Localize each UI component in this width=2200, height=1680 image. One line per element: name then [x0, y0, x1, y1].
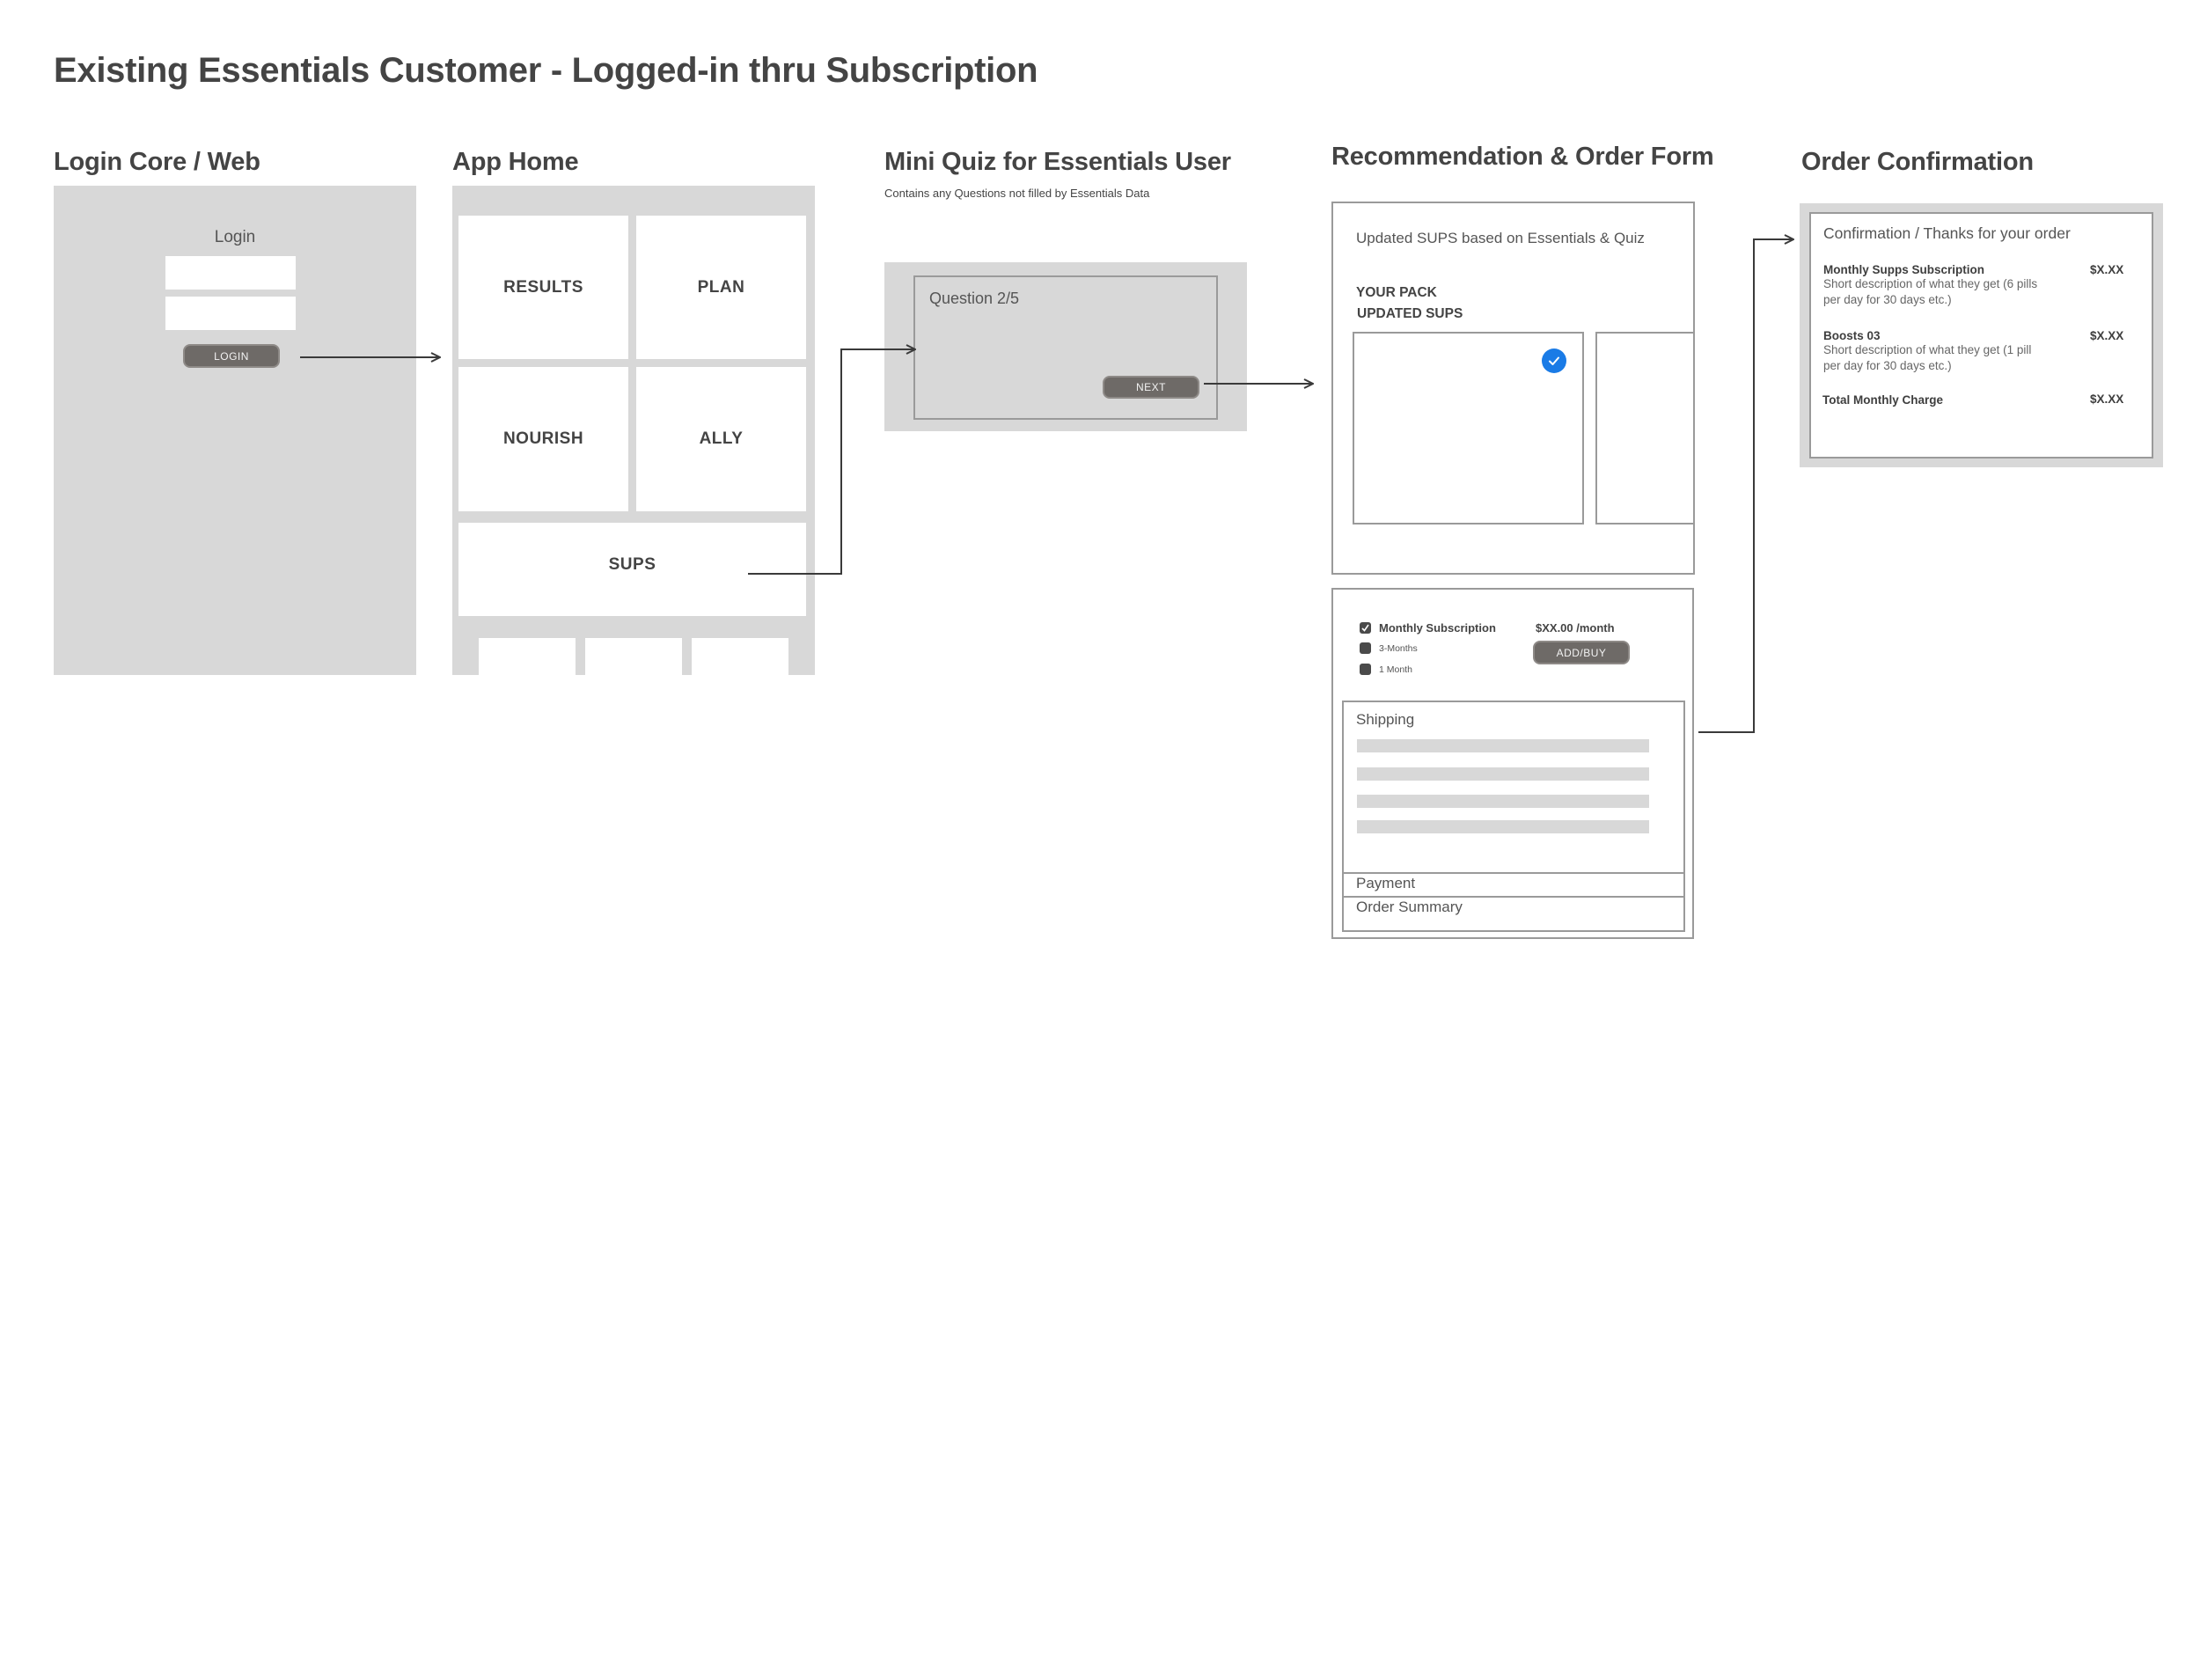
confirmation-heading: Confirmation / Thanks for your order — [1823, 224, 2071, 242]
login-screen-title: Login Core / Web — [54, 148, 260, 176]
subscription-price: $XX.00 /month — [1536, 621, 1615, 635]
payment-label: Payment — [1356, 875, 1416, 891]
pack-card-next[interactable] — [1595, 332, 1693, 525]
item-desc-line2: per day for 30 days etc.) — [1823, 293, 1952, 306]
item-price: $X.XX — [2090, 263, 2124, 276]
shipping-field-4[interactable] — [1357, 820, 1649, 833]
item-desc-line1: Short description of what they get (1 pi… — [1823, 343, 2032, 356]
bottom-nav-item-1[interactable] — [479, 638, 576, 675]
mini-quiz-title: Mini Quiz for Essentials User — [884, 148, 1231, 176]
your-pack-label: YOUR PACK — [1356, 285, 1437, 300]
option-label: 3-Months — [1379, 642, 1418, 654]
tile-plan[interactable]: PLAN — [636, 216, 806, 359]
check-circle-icon — [1542, 348, 1566, 373]
tile-ally[interactable]: ALLY — [636, 367, 806, 511]
updated-sups-label: UPDATED SUPS — [1357, 306, 1463, 321]
pack-card-selected[interactable] — [1353, 332, 1584, 525]
checkbox-unchecked-icon[interactable] — [1360, 664, 1371, 675]
option-1-month[interactable]: 1 Month — [1360, 664, 1412, 675]
recommendation-title: Recommendation & Order Form — [1331, 143, 1714, 171]
bottom-nav-item-3[interactable] — [692, 638, 788, 675]
password-input[interactable] — [165, 297, 296, 330]
app-home-title: App Home — [452, 148, 579, 176]
mini-quiz-screen: Question 2/5 NEXT — [884, 262, 1247, 431]
payment-section[interactable]: Payment — [1344, 872, 1683, 896]
recommendation-intro: Updated SUPS based on Essentials & Quiz — [1356, 230, 1645, 246]
next-button[interactable]: NEXT — [1103, 376, 1199, 399]
tile-results[interactable]: RESULTS — [458, 216, 628, 359]
item-price: $X.XX — [2090, 329, 2124, 342]
option-3-months[interactable]: 3-Months — [1360, 642, 1418, 654]
recommendation-card: Updated SUPS based on Essentials & Quiz … — [1331, 202, 1695, 575]
option-label: Monthly Subscription — [1379, 621, 1496, 635]
option-monthly-subscription[interactable]: Monthly Subscription — [1360, 621, 1496, 635]
confirmation-card: Confirmation / Thanks for your order Mon… — [1809, 212, 2153, 459]
shipping-section[interactable]: Shipping — [1344, 702, 1683, 872]
order-confirmation-title: Order Confirmation — [1801, 148, 2034, 176]
option-label: 1 Month — [1379, 664, 1412, 675]
order-form-card: Monthly Subscription 3-Months 1 Month $X… — [1331, 588, 1694, 939]
login-button[interactable]: LOGIN — [183, 344, 280, 368]
login-heading: Login — [214, 228, 256, 246]
confirmation-item: Monthly Supps Subscription Short descrip… — [1823, 263, 2140, 308]
tile-nourish[interactable]: NOURISH — [458, 367, 628, 511]
total-price: $X.XX — [2090, 392, 2124, 406]
arrow-order-to-confirmation — [1698, 239, 1793, 733]
shipping-field-3[interactable] — [1357, 795, 1649, 808]
bottom-nav-item-2[interactable] — [585, 638, 682, 675]
item-desc-line2: per day for 30 days etc.) — [1823, 359, 1952, 372]
mini-quiz-subtitle: Contains any Questions not filled by Ess… — [884, 187, 1150, 200]
add-buy-button[interactable]: ADD/BUY — [1533, 641, 1630, 664]
order-confirmation-screen: Confirmation / Thanks for your order Mon… — [1800, 203, 2163, 467]
confirmation-total: Total Monthly Charge $X.XX — [1822, 392, 2141, 408]
login-screen: Login LOGIN — [54, 186, 416, 675]
question-label: Question 2/5 — [929, 290, 1020, 307]
order-summary-label: Order Summary — [1356, 899, 1463, 915]
page-title: Existing Essentials Customer - Logged-in… — [54, 51, 1038, 90]
app-home-screen: RESULTS PLAN NOURISH ALLY SUPS — [452, 186, 815, 675]
shipping-label: Shipping — [1356, 711, 1415, 728]
shipping-field-2[interactable] — [1357, 767, 1649, 781]
checkbox-checked-icon[interactable] — [1360, 622, 1371, 634]
total-label: Total Monthly Charge — [1822, 393, 1943, 407]
order-summary-section[interactable]: Order Summary — [1344, 896, 1683, 930]
confirmation-item: Boosts 03 Short description of what they… — [1823, 329, 2140, 374]
question-card: Question 2/5 NEXT — [913, 275, 1218, 420]
checkout-accordion: Shipping Payment Order Summary — [1342, 701, 1685, 932]
item-desc-line1: Short description of what they get (6 pi… — [1823, 277, 2038, 290]
shipping-field-1[interactable] — [1357, 739, 1649, 752]
checkbox-unchecked-icon[interactable] — [1360, 642, 1371, 654]
username-input[interactable] — [165, 256, 296, 290]
tile-sups[interactable]: SUPS — [458, 523, 806, 616]
